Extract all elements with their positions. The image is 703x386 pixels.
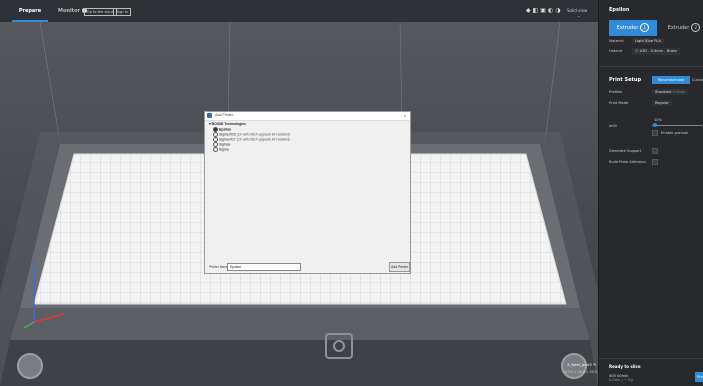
add-printer-button[interactable]: Add Printer: [389, 262, 410, 272]
material-usage: 0.00m / ~ 0g: [609, 378, 633, 382]
printer-name-input[interactable]: Epsilon: [227, 263, 301, 271]
print-mode-select[interactable]: Regular: [652, 100, 672, 106]
adhesion-label: Build Plate Adhesion: [609, 160, 646, 164]
sign-in-button[interactable]: Sign in: [113, 8, 131, 16]
hotend-label: Hotend: [609, 49, 623, 53]
divider: [599, 66, 703, 67]
radio-icon[interactable]: [213, 131, 218, 137]
printer-foot-left: [17, 353, 43, 379]
extruder-tabs: Extruder 1 Extruder 2: [609, 20, 703, 36]
printer-option-label: Epsilon: [219, 126, 232, 131]
printer-option[interactable]: Sigma: [209, 146, 405, 152]
edit-pencil-icon[interactable]: ✎: [593, 362, 596, 367]
extruder-1-label: Extruder: [616, 25, 639, 31]
support-label: Generate Support: [609, 149, 642, 153]
chevron-down-icon: ⌄: [577, 13, 581, 18]
object-name: 3_Nest_part2 ✎: [567, 362, 596, 367]
infill-label: Infill: [609, 124, 617, 128]
infill-value: 10%: [654, 118, 662, 122]
printer-option-label: Sigma R19: [219, 131, 236, 136]
view-mode-select[interactable]: Solid view ⌄: [567, 8, 598, 18]
support-checkbox[interactable]: [652, 148, 658, 154]
extruder-2-label: Extruder: [667, 25, 690, 31]
top-view-icon[interactable]: ▣: [540, 7, 548, 14]
radio-icon[interactable]: [213, 136, 218, 142]
divider: [599, 358, 703, 359]
3d-view-icon[interactable]: ◆: [526, 7, 533, 14]
printer-option-note: (Or with IDEX upgrade kit installed): [236, 136, 290, 141]
printer-name-label: Printer Name: [209, 265, 229, 269]
dialog-title: Add Printer: [215, 113, 233, 117]
info-icon: ⓘ: [635, 49, 639, 53]
view-orientation-icons[interactable]: ◆◧▣◐◑: [526, 7, 562, 14]
profile-suffix: 0.2mm: [672, 90, 686, 94]
printer-option-label: Sigma: [219, 146, 229, 151]
print-time: 000 00min 0.00m / ~ 0g: [609, 374, 633, 382]
tab-monitor-label: Monitor: [58, 8, 80, 14]
printer-list: ▾ BCN3D Technologies Epsilon Sigma R19 (…: [209, 122, 405, 262]
slice-status: Ready to slice: [609, 364, 641, 369]
radio-icon[interactable]: [213, 141, 218, 147]
printer-option-label: Sigma R17: [219, 136, 236, 141]
top-bar: Prepare Monitor i Go to the cloud Sign in…: [0, 0, 598, 22]
radio-icon[interactable]: [213, 126, 218, 132]
profile-name: Standard: [655, 90, 672, 94]
profiles-label: Profiles: [609, 90, 623, 94]
tab-recommended[interactable]: Recommended: [652, 76, 690, 84]
extruder-2-tab[interactable]: Extruder 2: [659, 20, 703, 36]
printer-option-note: (Or with IDEX upgrade kit installed): [236, 131, 290, 136]
gradual-checkbox[interactable]: [652, 130, 658, 136]
extruder-1-badge: 1: [640, 23, 650, 32]
gradual-label: Enable gradual: [661, 131, 689, 135]
radio-icon[interactable]: [213, 146, 218, 152]
right-panel: Epsilon Extruder 1 Extruder 2 Material Lig…: [598, 0, 703, 386]
print-mode-label: Print Mode: [609, 101, 629, 105]
add-printer-dialog: Add Printer × ▾ BCN3D Technologies Epsil…: [204, 111, 411, 274]
material-select[interactable]: Light Blue PLA: [632, 38, 664, 44]
print-button[interactable]: Pre: [695, 372, 703, 382]
app-icon: [207, 113, 212, 118]
tab-custom[interactable]: Custom: [692, 76, 703, 84]
printer-title[interactable]: Epsilon: [609, 7, 629, 13]
printer-option-label: Sigmax: [219, 141, 231, 146]
extruder-1-tab[interactable]: Extruder 1: [609, 20, 657, 36]
hotend-select[interactable]: ⓘ e3D - 0.4mm - Brass: [632, 48, 680, 55]
brand-name: BCN3D Technologies: [211, 122, 246, 126]
print-setup-title: Print Setup: [609, 77, 642, 83]
tab-monitor[interactable]: Monitor i: [58, 0, 87, 22]
close-icon[interactable]: ×: [404, 113, 406, 118]
go-to-cloud-button[interactable]: Go to the cloud: [84, 8, 117, 16]
tab-prepare[interactable]: Prepare: [12, 0, 48, 22]
hotend-value: e3D - 0.4mm - Brass: [639, 49, 677, 53]
infill-slider[interactable]: [652, 125, 702, 126]
dialog-titlebar: Add Printer ×: [205, 112, 410, 121]
extruder-2-badge: 2: [691, 23, 701, 32]
infill-slider-handle[interactable]: [653, 123, 657, 127]
object-name-text: 3_Nest_part2: [567, 362, 593, 367]
material-label: Material: [609, 39, 624, 43]
profiles-select[interactable]: Standard 0.2mm: [652, 89, 689, 95]
right-view-icon[interactable]: ◑: [555, 7, 562, 14]
adhesion-checkbox[interactable]: [652, 159, 658, 165]
